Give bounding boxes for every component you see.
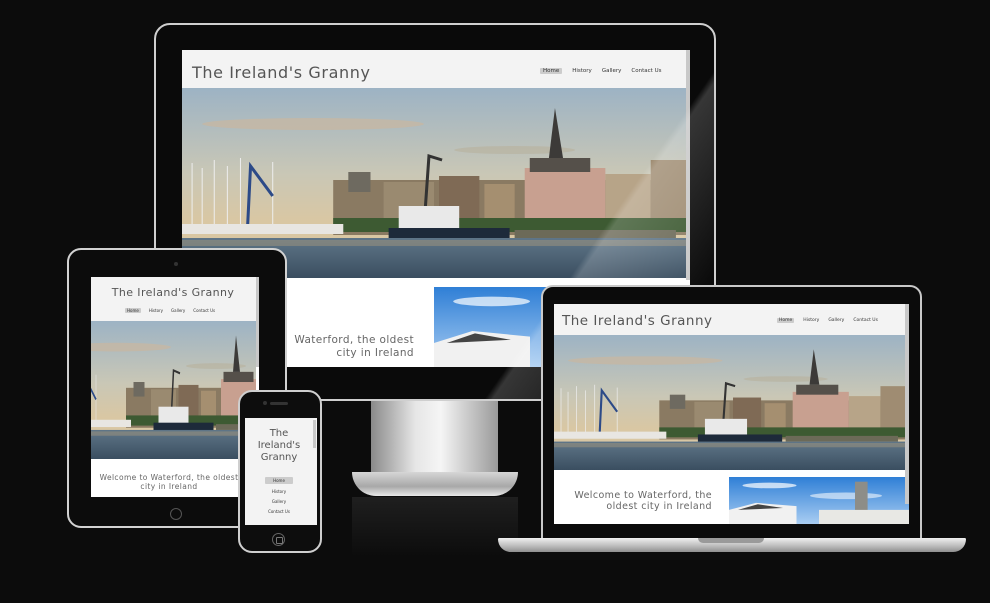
monitor-stand-neck xyxy=(371,401,498,481)
nav-home[interactable]: Home xyxy=(540,68,563,74)
scrollbar[interactable] xyxy=(686,50,690,280)
nav-contact[interactable]: Contact Us xyxy=(268,509,290,514)
monitor-stand-foot xyxy=(352,472,518,496)
nav-history[interactable]: History xyxy=(572,68,592,74)
home-button-icon[interactable] xyxy=(170,508,182,520)
hero-image xyxy=(91,321,256,459)
site-title: The Ireland's Granny xyxy=(111,286,235,299)
site-nav: Home History Gallery Contact Us xyxy=(245,477,313,514)
phone-site-preview: The Ireland's Granny Home History Galler… xyxy=(245,418,317,525)
nav-gallery[interactable]: Gallery xyxy=(828,318,844,323)
nav-history[interactable]: History xyxy=(149,308,163,313)
nav-home[interactable]: Home xyxy=(777,318,795,323)
nav-contact[interactable]: Contact Us xyxy=(193,308,215,313)
welcome-text: Welcome to Waterford, the oldest city in… xyxy=(99,473,239,491)
welcome-text: Welcome to Waterford, the oldest city in… xyxy=(574,490,712,512)
stand-reflection xyxy=(352,497,518,557)
camera-icon xyxy=(174,262,178,266)
scrollbar[interactable] xyxy=(313,420,316,448)
site-nav: Home History Gallery Contact Us xyxy=(125,308,215,313)
nav-history[interactable]: History xyxy=(803,318,819,323)
nav-home[interactable]: Home xyxy=(265,477,293,484)
scrollbar[interactable] xyxy=(905,304,909,504)
site-nav: Home History Gallery Contact Us xyxy=(777,318,878,323)
camera-icon xyxy=(263,401,267,405)
site-title-line-3: Granny xyxy=(260,452,298,463)
site-title-line-1: The xyxy=(269,428,289,439)
hero-image xyxy=(554,335,905,470)
laptop-notch xyxy=(698,538,764,543)
nav-contact[interactable]: Contact Us xyxy=(853,318,878,323)
nav-gallery[interactable]: Gallery xyxy=(272,499,286,504)
nav-gallery[interactable]: Gallery xyxy=(602,68,622,74)
speaker-icon xyxy=(270,402,288,405)
home-button-icon[interactable] xyxy=(272,533,285,546)
nav-gallery[interactable]: Gallery xyxy=(171,308,185,313)
site-header xyxy=(91,277,259,321)
site-title-line-2: Ireland's xyxy=(257,440,301,451)
nav-contact[interactable]: Contact Us xyxy=(631,68,661,74)
tablet-site-preview: The Ireland's Granny Home History Galler… xyxy=(91,277,259,497)
nav-history[interactable]: History xyxy=(272,489,286,494)
site-title: The Ireland's Granny xyxy=(192,63,371,82)
nav-home[interactable]: Home xyxy=(125,308,141,313)
laptop-site-preview: The Ireland's Granny Home History Galler… xyxy=(554,304,909,524)
scrollbar[interactable] xyxy=(256,277,259,367)
gallery-image xyxy=(729,477,909,524)
site-title: The Ireland's Granny xyxy=(562,313,713,329)
site-nav: Home History Gallery Contact Us xyxy=(540,68,661,74)
welcome-text: Waterford, the oldest city in Ireland xyxy=(294,334,414,359)
